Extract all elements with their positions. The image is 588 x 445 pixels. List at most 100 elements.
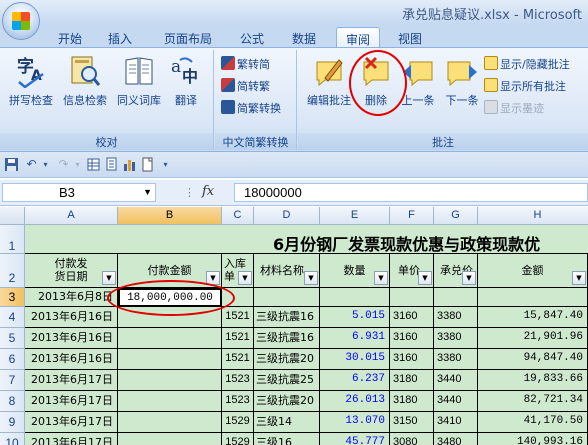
cell-f4[interactable]: 3160 (390, 307, 434, 328)
cell-h10[interactable]: 140,993.16 (478, 433, 588, 445)
cell-h3[interactable] (478, 288, 588, 307)
cell-f5[interactable]: 3160 (390, 328, 434, 349)
cell-c9[interactable]: 1529 (222, 412, 254, 433)
cell-b5[interactable] (118, 328, 222, 349)
row-header-3[interactable]: 3 (0, 288, 25, 307)
cell-f7[interactable]: 3180 (390, 370, 434, 391)
formula-input[interactable]: 18000000 (234, 183, 588, 202)
save-icon[interactable] (4, 157, 19, 172)
column-header-b[interactable]: B (118, 207, 222, 225)
print-icon[interactable] (140, 157, 155, 172)
cell-a8[interactable]: 2013年6月17日 (25, 391, 118, 412)
cell-e10[interactable]: 45.777 (320, 433, 390, 445)
cell-h5[interactable]: 21,901.96 (478, 328, 588, 349)
show-all-comments-button[interactable]: 显示所有批注 (484, 78, 566, 96)
cell-h7[interactable]: 19,833.66 (478, 370, 588, 391)
cell-g4[interactable]: 3380 (434, 307, 478, 328)
cell-b6[interactable] (118, 349, 222, 370)
cell-e4[interactable]: 5.015 (320, 307, 390, 328)
translate-button[interactable]: a中 翻译 (162, 54, 210, 108)
undo-icon[interactable]: ↶ (24, 157, 39, 172)
cell-h8[interactable]: 82,721.34 (478, 391, 588, 412)
show-hide-comment-button[interactable]: 显示/隐藏批注 (484, 56, 570, 74)
customize-qat-icon[interactable]: ▾ (158, 157, 173, 172)
redo-icon[interactable]: ↷ (56, 157, 71, 172)
redo-dropdown-icon[interactable]: ▾ (70, 157, 85, 172)
filter-dropdown-icon[interactable]: ▼ (572, 271, 586, 285)
thesaurus-button[interactable]: 同义词库 (112, 54, 166, 108)
cell-f9[interactable]: 3150 (390, 412, 434, 433)
tab-view[interactable]: 视图 (390, 27, 430, 48)
simp-to-trad-button[interactable]: 简转繁 (221, 78, 270, 96)
sort-icon[interactable] (86, 157, 101, 172)
sheet-title[interactable]: 6月份钢厂发票现款优惠与政策现款优 (25, 225, 588, 254)
row-header-4[interactable]: 4 (0, 307, 25, 328)
row-header-8[interactable]: 8 (0, 391, 25, 412)
cell-a3[interactable]: 2013年6月8日 (25, 288, 118, 307)
cell-c7[interactable]: 1523 (222, 370, 254, 391)
show-ink-button[interactable]: 显示墨迹 (484, 100, 544, 118)
preview-icon[interactable] (104, 157, 119, 172)
cell-e9[interactable]: 13.070 (320, 412, 390, 433)
cell-e6[interactable]: 30.015 (320, 349, 390, 370)
cell-g10[interactable]: 3480 (434, 433, 478, 445)
cell-h6[interactable]: 94,847.40 (478, 349, 588, 370)
cell-b8[interactable] (118, 391, 222, 412)
cell-d4[interactable]: 三级抗震16 (254, 307, 320, 328)
cell-d8[interactable]: 三级抗震20 (254, 391, 320, 412)
cell-g3[interactable] (434, 288, 478, 307)
cell-e7[interactable]: 6.237 (320, 370, 390, 391)
cell-c5[interactable]: 1521 (222, 328, 254, 349)
cell-b10[interactable] (118, 433, 222, 445)
filter-dropdown-icon[interactable]: ▼ (374, 271, 388, 285)
cell-g8[interactable]: 3440 (434, 391, 478, 412)
cell-f8[interactable]: 3180 (390, 391, 434, 412)
cell-a5[interactable]: 2013年6月16日 (25, 328, 118, 349)
cell-f10[interactable]: 3080 (390, 433, 434, 445)
row-header-2[interactable]: 2 (0, 254, 25, 288)
row-header-6[interactable]: 6 (0, 349, 25, 370)
column-header-h[interactable]: H (478, 207, 588, 225)
tab-home[interactable]: 开始 (50, 27, 90, 48)
row-header-5[interactable]: 5 (0, 328, 25, 349)
column-header-f[interactable]: F (390, 207, 434, 225)
cell-a9[interactable]: 2013年6月17日 (25, 412, 118, 433)
cell-d7[interactable]: 三级抗震25 (254, 370, 320, 391)
next-comment-button[interactable]: 下一条 (440, 54, 484, 108)
row-header-7[interactable]: 7 (0, 370, 25, 391)
column-header-g[interactable]: G (434, 207, 478, 225)
row-header-9[interactable]: 9 (0, 412, 25, 433)
cell-b9[interactable] (118, 412, 222, 433)
tab-data[interactable]: 数据 (284, 27, 324, 48)
cell-d9[interactable]: 三级14 (254, 412, 320, 433)
name-box[interactable]: B3 ▼ (2, 183, 156, 202)
cell-g7[interactable]: 3440 (434, 370, 478, 391)
cell-c10[interactable]: 1529 (222, 433, 254, 445)
select-all-corner[interactable] (0, 207, 25, 225)
tab-insert[interactable]: 插入 (100, 27, 140, 48)
cell-f3[interactable] (390, 288, 434, 307)
cell-e5[interactable]: 6.931 (320, 328, 390, 349)
chinese-convert-button[interactable]: 简繁转换 (221, 100, 281, 118)
cell-c8[interactable]: 1523 (222, 391, 254, 412)
row-header-10[interactable]: 10 (0, 433, 25, 445)
cell-b7[interactable] (118, 370, 222, 391)
cell-c6[interactable]: 1521 (222, 349, 254, 370)
cell-g6[interactable]: 3380 (434, 349, 478, 370)
cell-e8[interactable]: 26.013 (320, 391, 390, 412)
cell-d10[interactable]: 三级16 (254, 433, 320, 445)
cell-a6[interactable]: 2013年6月16日 (25, 349, 118, 370)
tab-review[interactable]: 审阅 (336, 27, 380, 48)
cell-f6[interactable]: 3160 (390, 349, 434, 370)
cell-d6[interactable]: 三级抗震20 (254, 349, 320, 370)
undo-dropdown-icon[interactable]: ▾ (38, 157, 53, 172)
tab-formulas[interactable]: 公式 (232, 27, 272, 48)
cell-g9[interactable]: 3410 (434, 412, 478, 433)
cell-h4[interactable]: 15,847.40 (478, 307, 588, 328)
office-button[interactable] (2, 2, 40, 40)
filter-dropdown-icon[interactable]: ▼ (102, 271, 116, 285)
cell-a7[interactable]: 2013年6月17日 (25, 370, 118, 391)
column-header-d[interactable]: D (254, 207, 320, 225)
filter-dropdown-icon[interactable]: ▼ (462, 271, 476, 285)
cell-a10[interactable]: 2013年6月17日 (25, 433, 118, 445)
